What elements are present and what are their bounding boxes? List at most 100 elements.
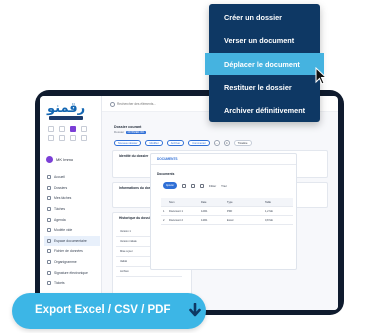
checklist-icon: [47, 207, 51, 212]
sidebar-item-label: Agenda: [54, 217, 66, 222]
sidebar-item[interactable]: Modèle vide: [44, 225, 100, 236]
identity-title: Identité du dossier: [119, 154, 149, 158]
sidebar-item-label: Tickets: [54, 281, 65, 286]
page-title: Dossier courant: [114, 125, 142, 129]
table-cell: 2: [163, 218, 165, 222]
sidebar-item-label: Signature électronique: [54, 270, 88, 275]
module-icon[interactable]: [48, 135, 54, 141]
breadcrumb: Dossier courant Dossier DOSSIER-001: [114, 125, 147, 134]
status-badge: DOSSIER-001: [126, 130, 147, 134]
sidebar-item[interactable]: Tâches: [44, 204, 100, 215]
ticket-icon: [47, 281, 51, 286]
history-entry: Version 1: [120, 230, 131, 233]
data-icon: [47, 249, 51, 254]
task-icon: [47, 196, 51, 201]
edit-button[interactable]: Modifier: [145, 140, 163, 146]
sidebar-item[interactable]: Accueil: [44, 172, 100, 183]
sidebar-nav: Accueil Dossiers Mes tâches Tâches Agend…: [44, 172, 100, 289]
history-title: Historique du dossier: [119, 216, 153, 220]
table-cell: Excel: [227, 218, 234, 222]
org-chart-icon: [47, 260, 51, 265]
add-document-button[interactable]: Ajouter: [163, 182, 177, 189]
module-icon[interactable]: [48, 126, 54, 132]
upload-icon[interactable]: [182, 183, 186, 188]
sidebar-item[interactable]: Tickets: [44, 278, 100, 289]
sidebar: رقمنو MK Immo Accueil Dossiers Mes tâche…: [40, 96, 102, 310]
history-entry: Validé: [120, 260, 128, 263]
column-header[interactable]: Nom: [169, 201, 201, 204]
refresh-icon[interactable]: [191, 183, 195, 188]
workspace-avatar: [46, 155, 53, 163]
workspace-selector[interactable]: MK Immo: [46, 154, 98, 164]
module-icon[interactable]: [81, 126, 87, 132]
menu-item-upload-document[interactable]: Verser un document: [209, 29, 320, 51]
sidebar-item[interactable]: Mes tâches: [44, 193, 100, 204]
sidebar-item-active[interactable]: Espace documentaire: [44, 235, 100, 247]
template-icon: [47, 228, 51, 233]
sidebar-item-label: Mes tâches: [54, 196, 72, 201]
page-sub-label: Dossier: [114, 130, 125, 134]
export-label: Export Excel / CSV / PDF: [35, 304, 171, 316]
workspace-name: MK Immo: [56, 156, 74, 162]
table-row[interactable]: 1 Document 1 12/01 PDF 1,2 Mo: [161, 207, 293, 216]
signature-icon: [47, 270, 51, 275]
menu-item-restore-folder[interactable]: Restituer le dossier: [209, 76, 320, 98]
table-cell: PDF: [227, 209, 233, 213]
module-icon[interactable]: [59, 126, 65, 132]
history-entry: Mise à jour: [120, 250, 133, 253]
folder-icon: [47, 185, 51, 190]
search-bar[interactable]: [110, 100, 190, 108]
sidebar-item-label: Organigramme: [54, 260, 77, 265]
documents-toolbar: Ajouter Filtrer Trier: [163, 182, 227, 189]
documents-table: Nom Date Type Taille 1 Document 1 12/01 …: [161, 198, 293, 225]
sidebar-item-label: Fichier de données: [54, 249, 83, 254]
sidebar-item[interactable]: Fichier de données: [44, 246, 100, 257]
export-button[interactable]: Export Excel / CSV / PDF: [12, 293, 206, 329]
menu-item-create-folder[interactable]: Créer un dossier: [209, 6, 320, 28]
sort-button[interactable]: Trier: [221, 184, 227, 188]
archive-button[interactable]: Archiver: [166, 140, 185, 146]
sidebar-item[interactable]: Organigramme: [44, 257, 100, 268]
filter-button[interactable]: Filtrer: [209, 184, 216, 188]
menu-item-archive-permanently[interactable]: Archiver définitivement: [209, 99, 320, 121]
search-icon: [110, 101, 115, 107]
sidebar-item-label: Dossiers: [54, 185, 68, 190]
logo-text: رقمنو: [47, 101, 86, 116]
column-header[interactable]: Date: [201, 201, 227, 204]
timeline-button[interactable]: Timeline: [233, 140, 252, 146]
table-cell: 0,8 Mo: [265, 218, 273, 222]
action-bar: Nouveau dossier Modifier Archiver Commen…: [114, 140, 252, 146]
column-header[interactable]: Taille: [265, 201, 293, 204]
module-icon[interactable]: [70, 135, 76, 141]
sidebar-item[interactable]: Signature électronique: [44, 267, 100, 278]
comment-button[interactable]: Commenter: [188, 140, 210, 146]
history-entry: Version initiale: [120, 240, 137, 243]
table-row[interactable]: 2 Document 2 14/01 Excel 0,8 Mo: [161, 216, 293, 225]
module-icon[interactable]: [81, 135, 87, 141]
calendar-icon: [47, 217, 51, 222]
more-icon[interactable]: ⋯: [213, 140, 220, 146]
sidebar-item-label: Tâches: [54, 207, 66, 212]
column-header[interactable]: Type: [227, 201, 265, 204]
context-menu: Créer un dossier Verser un document Dépl…: [205, 4, 324, 122]
new-folder-button[interactable]: Nouveau dossier: [114, 140, 142, 146]
table-cell: 12/01: [201, 209, 208, 213]
app-logo[interactable]: رقمنو: [47, 101, 91, 121]
documents-panel: DOCUMENTS Documents Ajouter Filtrer Trie…: [150, 153, 297, 270]
menu-item-move-document[interactable]: Déplacer le document: [205, 53, 324, 75]
download-icon[interactable]: [200, 183, 204, 188]
settings-icon[interactable]: ⚙: [223, 140, 230, 146]
sidebar-item[interactable]: Dossiers: [44, 183, 100, 194]
documents-icon: [47, 238, 51, 243]
documents-header: DOCUMENTS: [151, 154, 296, 165]
sidebar-item[interactable]: Agenda: [44, 214, 100, 225]
table-cell: 14/01: [201, 218, 208, 222]
table-cell: 1,2 Mo: [265, 209, 273, 213]
search-input[interactable]: [117, 102, 189, 106]
module-icon-active[interactable]: [70, 126, 76, 132]
logo-underline: [49, 116, 83, 120]
page-subtitle: Dossier DOSSIER-001: [114, 130, 147, 134]
table-cell: Document 2: [169, 218, 183, 222]
documents-section-title: Documents: [157, 172, 175, 176]
module-icon[interactable]: [59, 135, 65, 141]
